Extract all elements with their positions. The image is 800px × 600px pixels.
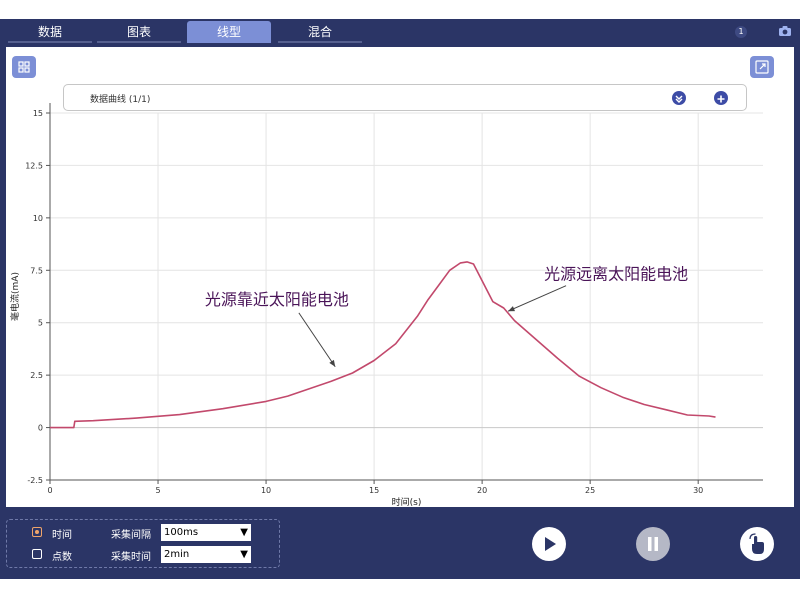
annotation-arrowhead <box>329 359 336 367</box>
x-tick-label: 30 <box>693 486 703 495</box>
hand-pointer-icon <box>749 533 764 554</box>
annotation-arrow-line <box>298 312 336 368</box>
y-tick-label: 10 <box>33 214 43 223</box>
y-axis-label: 毫电流(mA) <box>9 272 21 321</box>
x-tick-label: 5 <box>155 486 160 495</box>
line-chart: 0 5 10 15 20 25 30 -2.5 0 2.5 5 7.5 10 12.5 15 时间(s) 毫电流… <box>9 103 763 507</box>
tab-chart[interactable]: 图表 <box>97 21 181 43</box>
points-option-label: 点数 <box>52 552 72 563</box>
time-option-label: 时间 <box>52 530 72 541</box>
pause-icon <box>648 537 658 551</box>
x-tick-label: 0 <box>47 486 52 495</box>
curve-selector[interactable]: 数据曲线 (1/1) <box>63 84 747 111</box>
y-tick-label: 7.5 <box>30 266 43 275</box>
touch-button[interactable] <box>740 527 774 561</box>
double-chevron-down-icon <box>675 95 683 103</box>
duration-select[interactable]: 2min ▼ <box>161 546 251 563</box>
play-button[interactable] <box>532 527 566 561</box>
tab-data[interactable]: 数据 <box>8 21 92 43</box>
collapse-button[interactable] <box>672 91 686 105</box>
y-tick-label: 0 <box>38 424 43 433</box>
play-icon <box>545 537 556 551</box>
current-series-line <box>50 261 716 429</box>
interval-value: 100ms <box>164 527 199 538</box>
app-window: 数据 图表 线型 混合 1 0 5 10 15 20 25 30 -2.5 0 2.5 5 7.5 1 <box>0 19 800 579</box>
tab-line[interactable]: 线型 <box>187 21 271 43</box>
time-radio[interactable] <box>32 527 42 537</box>
interval-label: 采集间隔 <box>111 530 151 541</box>
curve-selector-label: 数据曲线 (1/1) <box>90 95 151 105</box>
x-tick-label: 15 <box>369 486 379 495</box>
tab-bar: 数据 图表 线型 混合 1 <box>0 19 800 45</box>
chart-panel: 0 5 10 15 20 25 30 -2.5 0 2.5 5 7.5 10 12.5 15 时间(s) 毫电流… <box>6 47 794 507</box>
bottom-toolbar: 时间 采集间隔 100ms ▼ 点数 采集时间 2min ▼ <box>0 510 800 579</box>
annotation-label: 光源远离太阳能电池 <box>544 265 688 284</box>
duration-value: 2min <box>164 549 190 560</box>
caret-down-icon: ▼ <box>240 527 248 538</box>
annotation-arrow-line <box>507 285 567 312</box>
pause-button[interactable] <box>636 527 670 561</box>
camera-icon[interactable] <box>778 25 792 37</box>
x-tick-label: 20 <box>477 486 487 495</box>
y-tick-label: 5 <box>38 319 43 328</box>
points-radio[interactable] <box>32 549 42 559</box>
annotation-arrowhead <box>508 306 515 312</box>
time-row: 时间 采集间隔 100ms ▼ <box>7 523 279 543</box>
caret-down-icon: ▼ <box>240 549 248 560</box>
y-tick-label: -2.5 <box>27 476 43 485</box>
interval-select[interactable]: 100ms ▼ <box>161 524 251 541</box>
x-tick-label: 10 <box>261 486 271 495</box>
annotation-label: 光源靠近太阳能电池 <box>205 290 349 309</box>
x-tick-label: 25 <box>585 486 595 495</box>
points-row: 点数 采集时间 2min ▼ <box>7 545 279 565</box>
add-curve-button[interactable] <box>714 91 728 105</box>
y-tick-label: 12.5 <box>25 161 43 170</box>
y-tick-label: 15 <box>33 109 43 118</box>
y-tick-label: 2.5 <box>30 371 43 380</box>
plus-icon <box>717 95 725 103</box>
tab-mixed[interactable]: 混合 <box>278 21 362 43</box>
duration-label: 采集时间 <box>111 552 151 563</box>
x-axis-label: 时间(s) <box>392 496 422 507</box>
acquisition-settings: 时间 采集间隔 100ms ▼ 点数 采集时间 2min ▼ <box>6 519 280 568</box>
notification-badge: 1 <box>735 26 747 38</box>
